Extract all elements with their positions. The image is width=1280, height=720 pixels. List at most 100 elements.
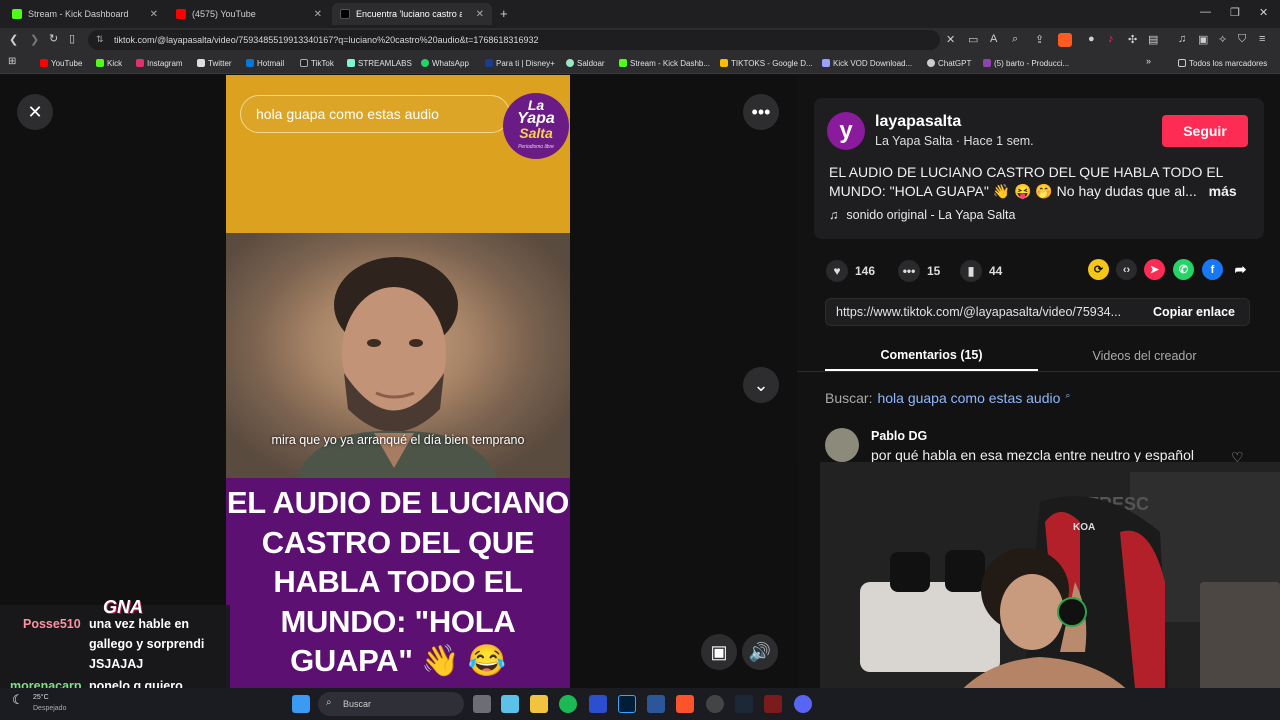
bookmark-label: Stream - Kick Dashb... <box>630 58 711 68</box>
puzzle-icon[interactable]: ✣ <box>1128 33 1137 46</box>
search-query-link[interactable]: hola guapa como estas audio <box>877 390 1060 406</box>
discord-icon[interactable] <box>794 695 812 713</box>
site-info-icon[interactable]: ⇅ <box>96 34 104 45</box>
menu-icon[interactable]: ≡ <box>1259 33 1265 45</box>
logo-line: Salta <box>519 125 553 141</box>
commenter-avatar[interactable] <box>825 428 859 462</box>
outlook-icon <box>246 59 254 67</box>
bookmark-kick-vod[interactable]: Kick VOD Download... <box>822 56 912 70</box>
notepad-icon[interactable] <box>501 695 519 713</box>
follow-button[interactable]: Seguir <box>1162 115 1248 147</box>
bookmark-hotmail[interactable]: Hotmail <box>246 56 284 70</box>
share-icon[interactable]: ⇪ <box>1035 33 1044 46</box>
apps-icon[interactable]: ⊞ <box>8 56 16 67</box>
bookmark-streamlabs[interactable]: STREAMLABS <box>347 56 412 70</box>
music-icon[interactable]: ♫ <box>1178 33 1186 45</box>
bookmark-kick-dashboard[interactable]: Stream - Kick Dashb... <box>619 56 710 70</box>
spotify-icon[interactable] <box>559 695 577 713</box>
zoom-icon[interactable]: ⌕ <box>1012 33 1018 46</box>
more-bookmarks-icon[interactable]: » <box>1146 56 1151 66</box>
save-button[interactable]: ▮ 44 <box>960 260 1002 282</box>
tab-youtube[interactable]: (4575) YouTube ✕ <box>168 3 330 25</box>
leo-icon[interactable]: ✧ <box>1218 33 1227 46</box>
weather-icon[interactable]: ☾ <box>12 692 24 708</box>
taskbar-search[interactable]: ⌕ Buscar <box>318 692 464 716</box>
all-bookmarks[interactable]: Todos los marcadores <box>1178 56 1267 70</box>
close-icon[interactable]: ✕ <box>476 9 484 20</box>
restore-icon[interactable]: ❐ <box>1230 6 1240 19</box>
vegas-icon[interactable] <box>589 695 607 713</box>
brave-icon[interactable] <box>676 695 694 713</box>
repost-icon[interactable]: ⟳ <box>1088 259 1109 280</box>
cast-icon[interactable]: ▭ <box>968 33 978 46</box>
bookmark-disney[interactable]: Para ti | Disney+ <box>485 56 555 70</box>
bookmark-whatsapp[interactable]: WhatsApp <box>421 56 469 70</box>
tab-kick[interactable]: Stream - Kick Dashboard ✕ <box>4 3 166 25</box>
facebook-icon[interactable]: f <box>1202 259 1223 280</box>
tab-tiktok[interactable]: Encuentra 'luciano castro audi ✕ <box>332 3 492 25</box>
bookmark-instagram[interactable]: Instagram <box>136 56 183 70</box>
start-icon[interactable] <box>292 695 310 713</box>
voicemod-icon[interactable] <box>764 695 782 713</box>
username[interactable]: layapasalta <box>875 113 961 131</box>
tab-creator-videos[interactable]: Videos del creador <box>1038 341 1251 371</box>
bookmark-kick[interactable]: Kick <box>96 56 122 70</box>
more-options-icon[interactable]: ••• <box>743 94 779 130</box>
send-icon[interactable]: ➤ <box>1144 259 1165 280</box>
embed-icon[interactable]: ‹› <box>1116 259 1137 280</box>
details-panel: y layapasalta La Yapa Salta · Hace 1 sem… <box>797 75 1280 465</box>
whatsapp-icon[interactable]: ✆ <box>1173 259 1194 280</box>
bookmark-saldoar[interactable]: Saldoar <box>566 56 605 70</box>
bookmark-chatgpt[interactable]: ChatGPT <box>927 56 971 70</box>
language-icon[interactable]: A <box>990 33 997 45</box>
sidebar-icon[interactable]: ▤ <box>1148 33 1158 46</box>
heart-icon: ♥ <box>826 260 848 282</box>
file-explorer-icon[interactable] <box>530 695 548 713</box>
next-video-chevron-icon[interactable]: ⌄ <box>743 367 779 403</box>
more-link[interactable]: más <box>1209 183 1237 199</box>
wallet-icon[interactable]: ▣ <box>1198 33 1208 46</box>
vpn-icon[interactable]: ⛉ <box>1238 33 1246 46</box>
share-more-icon[interactable]: ➦ <box>1230 259 1251 280</box>
forward-icon[interactable]: ❯ <box>30 33 39 46</box>
bookmark-youtube[interactable]: YouTube <box>40 56 82 70</box>
new-tab-icon[interactable]: + <box>500 6 508 21</box>
volume-icon[interactable]: 🔊 <box>742 634 778 670</box>
minimize-icon[interactable]: — <box>1200 6 1211 18</box>
back-icon[interactable]: ❮ <box>9 33 18 46</box>
close-video-icon[interactable]: ✕ <box>17 94 53 130</box>
mini-player-icon[interactable]: ▣ <box>701 634 737 670</box>
photoshop-icon[interactable] <box>618 695 636 713</box>
translate-icon[interactable]: ✕ <box>946 33 955 46</box>
search-icon: ⌕ <box>1065 390 1071 400</box>
steam-icon[interactable] <box>735 695 753 713</box>
close-icon[interactable]: ✕ <box>314 9 322 20</box>
sound-link[interactable]: ♫ sonido original - La Yapa Salta <box>829 208 1015 222</box>
word-icon[interactable] <box>647 695 665 713</box>
brave-shield-icon[interactable] <box>1058 33 1072 47</box>
avatar[interactable]: y <box>827 112 865 150</box>
bookmark-twitter[interactable]: Twitter <box>197 56 232 70</box>
video-player[interactable]: hola guapa como estas audio La Yapa Salt… <box>226 75 570 688</box>
bookmark-google-drive[interactable]: TIKTOKS - Google D... <box>720 56 813 70</box>
bookmark-barto[interactable]: (5) barto - Producci... <box>983 56 1069 70</box>
extension-icon[interactable]: ● <box>1088 33 1095 45</box>
reload-icon[interactable]: ↻ <box>49 32 58 45</box>
copy-link-button[interactable]: Copiar enlace <box>1139 299 1249 325</box>
like-button[interactable]: ♥ 146 <box>826 260 875 282</box>
chat-message: JSJAJAJ <box>89 657 144 671</box>
display-name-date[interactable]: La Yapa Salta · Hace 1 sem. <box>875 134 1034 148</box>
obs-icon[interactable] <box>706 695 724 713</box>
share-link-box[interactable]: https://www.tiktok.com/@layapasalta/vide… <box>825 298 1250 326</box>
comment-button[interactable]: ••• 15 <box>898 260 940 282</box>
window-close-icon[interactable]: ✕ <box>1259 6 1268 19</box>
task-view-icon[interactable] <box>473 695 491 713</box>
bookmark-tiktok[interactable]: TikTok <box>300 56 334 70</box>
tab-comments[interactable]: Comentarios (15) <box>825 341 1038 371</box>
bookmark-icon[interactable]: ▯ <box>69 32 75 45</box>
close-icon[interactable]: ✕ <box>150 9 158 20</box>
save-count: 44 <box>989 264 1003 278</box>
comment-author[interactable]: Pablo DG <box>871 429 927 443</box>
address-bar[interactable]: ⇅ tiktok.com/@layapasalta/video/75934855… <box>88 30 940 50</box>
tiktok-extension-icon[interactable]: ♪ <box>1108 33 1114 45</box>
